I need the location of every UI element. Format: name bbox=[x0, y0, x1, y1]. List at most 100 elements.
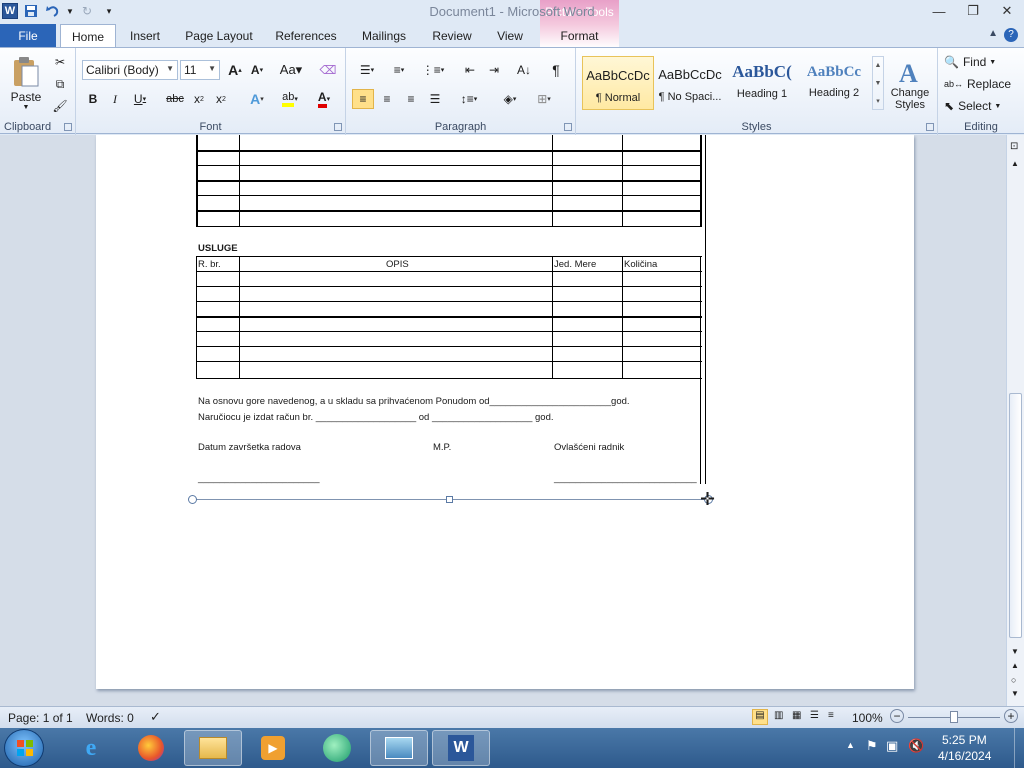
previous-page-icon[interactable]: ▲ bbox=[1011, 661, 1019, 670]
style-heading-1[interactable]: AaBbC( Heading 1 bbox=[726, 56, 798, 110]
sort-icon[interactable]: A↓ bbox=[514, 61, 534, 79]
styles-launcher[interactable] bbox=[926, 123, 934, 131]
styles-scroll[interactable]: ▲ ▼ ▾ bbox=[872, 56, 884, 110]
scroll-down-icon[interactable]: ▼ bbox=[1011, 647, 1019, 656]
document-page[interactable]: USLUGE R. br. OPIS Jed. Mere Količina Na… bbox=[96, 135, 914, 689]
zoom-level[interactable]: 100% bbox=[852, 711, 883, 725]
scroll-thumb[interactable] bbox=[1009, 393, 1022, 638]
bullets-icon[interactable]: ☰ ▾ bbox=[354, 61, 380, 79]
help-icon[interactable]: ? bbox=[1004, 28, 1018, 42]
taskbar-picture-viewer[interactable] bbox=[370, 730, 428, 766]
align-left-button[interactable]: ≡ bbox=[352, 89, 374, 109]
format-painter-icon[interactable]: 🖌 bbox=[52, 98, 68, 114]
taskbar-app-circle[interactable] bbox=[308, 730, 366, 766]
tab-insert[interactable]: Insert bbox=[120, 24, 170, 48]
text-effects-icon[interactable]: A ▾ bbox=[244, 90, 270, 108]
zoom-in-icon[interactable]: + bbox=[1004, 709, 1018, 723]
replace-label: Replace bbox=[967, 77, 1012, 91]
decrease-indent-icon[interactable]: ⇤ bbox=[460, 61, 480, 79]
resize-handle-left[interactable] bbox=[188, 495, 197, 504]
copy-icon[interactable]: ⧉ bbox=[52, 76, 68, 92]
taskbar-firefox[interactable] bbox=[122, 730, 180, 766]
show-formatting-icon[interactable]: ¶ bbox=[546, 61, 566, 79]
select-button[interactable]: ⬉ Select ▼ bbox=[944, 97, 1018, 115]
network-icon[interactable]: ▣ bbox=[886, 738, 898, 754]
increase-indent-icon[interactable]: ⇥ bbox=[484, 61, 504, 79]
tab-home[interactable]: Home bbox=[60, 24, 116, 48]
clock-time[interactable]: 5:25 PM bbox=[942, 733, 987, 747]
browse-object-icon[interactable]: ○ bbox=[1011, 675, 1016, 685]
zoom-out-icon[interactable]: − bbox=[890, 709, 904, 723]
justify-button[interactable]: ☰ bbox=[424, 89, 446, 109]
action-center-flag-icon[interactable]: ⚑ bbox=[866, 738, 878, 754]
font-color-icon[interactable]: A ▾ bbox=[310, 90, 338, 108]
tab-page-layout[interactable]: Page Layout bbox=[180, 24, 258, 48]
font-launcher[interactable] bbox=[334, 123, 342, 131]
zoom-slider-thumb[interactable] bbox=[950, 711, 958, 723]
volume-muted-icon[interactable]: 🔇 bbox=[908, 738, 924, 754]
style-heading-2[interactable]: AaBbCc Heading 2 bbox=[798, 56, 870, 110]
clock-date[interactable]: 4/16/2024 bbox=[938, 749, 991, 763]
numbering-icon[interactable]: ≡ ▾ bbox=[386, 61, 412, 79]
line-spacing-icon[interactable]: ↕≡ ▾ bbox=[456, 89, 482, 109]
maximize-button[interactable]: ❐ bbox=[956, 0, 990, 22]
style-no-spacing[interactable]: AaBbCcDc ¶ No Spaci... bbox=[654, 56, 726, 110]
superscript-button[interactable]: x2 bbox=[212, 90, 230, 108]
show-hidden-icons-icon[interactable]: ▲ bbox=[846, 740, 855, 750]
find-button[interactable]: 🔍 Find ▼ bbox=[944, 53, 1014, 71]
tab-file[interactable]: File bbox=[0, 24, 56, 48]
font-name-combo[interactable]: Calibri (Body) ▼ bbox=[82, 60, 178, 80]
scroll-up-icon[interactable]: ▲ bbox=[1011, 159, 1019, 168]
shrink-font-icon[interactable]: A ▾ bbox=[248, 61, 266, 79]
highlight-color-icon[interactable]: ab ▾ bbox=[276, 90, 304, 108]
italic-button[interactable]: I bbox=[106, 90, 124, 108]
paragraph-launcher[interactable] bbox=[564, 123, 572, 131]
proofing-icon[interactable]: ✓ bbox=[150, 709, 161, 725]
show-desktop-button[interactable] bbox=[1014, 728, 1024, 768]
minimize-ribbon-icon[interactable]: ▲ bbox=[988, 28, 998, 42]
close-button[interactable]: ✕ bbox=[990, 0, 1024, 22]
print-layout-icon[interactable]: ▤ bbox=[752, 709, 768, 725]
subscript-button[interactable]: x2 bbox=[190, 90, 208, 108]
tab-view[interactable]: View bbox=[490, 24, 530, 48]
taskbar-file-explorer[interactable] bbox=[184, 730, 242, 766]
taskbar-internet-explorer[interactable]: e bbox=[62, 730, 120, 766]
taskbar-media-player[interactable]: ▶ bbox=[244, 730, 302, 766]
ruler-toggle-icon[interactable]: ⊡ bbox=[1010, 141, 1018, 152]
tab-mailings[interactable]: Mailings bbox=[354, 24, 414, 48]
multilevel-list-icon[interactable]: ⋮≡ ▾ bbox=[420, 61, 446, 79]
vertical-scrollbar[interactable]: ⊡ ▲ ▼ ▲ ○ ▼ bbox=[1006, 135, 1024, 706]
grow-font-icon[interactable]: A ▴ bbox=[226, 61, 244, 79]
minimize-button[interactable]: — bbox=[922, 0, 956, 22]
change-case-icon[interactable]: Aa▾ bbox=[278, 61, 304, 79]
align-right-button[interactable]: ≡ bbox=[400, 89, 422, 109]
tab-references[interactable]: References bbox=[270, 24, 342, 48]
cut-icon[interactable]: ✂ bbox=[52, 54, 68, 70]
word-count[interactable]: Words: 0 bbox=[86, 711, 134, 725]
style-normal[interactable]: AaBbCcDc ¶ Normal bbox=[582, 56, 654, 110]
tab-format[interactable]: Format bbox=[540, 24, 619, 48]
taskbar-word[interactable]: W bbox=[432, 730, 490, 766]
resize-handle-middle[interactable] bbox=[446, 496, 453, 503]
start-button[interactable] bbox=[4, 729, 44, 767]
full-screen-reading-icon[interactable]: ▥ bbox=[774, 710, 783, 721]
tab-review[interactable]: Review bbox=[426, 24, 478, 48]
strikethrough-button[interactable]: abc bbox=[164, 90, 186, 108]
underline-button[interactable]: U ▾ bbox=[128, 90, 152, 108]
next-page-icon[interactable]: ▼ bbox=[1011, 689, 1019, 698]
bold-button[interactable]: B bbox=[84, 90, 102, 108]
replace-button[interactable]: ab↔ Replace bbox=[944, 75, 1018, 93]
outline-icon[interactable]: ☰ bbox=[810, 710, 819, 721]
paste-button[interactable]: Paste ▼ bbox=[4, 52, 48, 114]
font-size-combo[interactable]: 11 ▼ bbox=[180, 60, 220, 80]
align-center-button[interactable]: ≡ bbox=[376, 89, 398, 109]
borders-icon[interactable]: ⊞ ▾ bbox=[530, 89, 558, 109]
change-styles-button[interactable]: A Change Styles bbox=[886, 52, 934, 116]
clear-formatting-icon[interactable]: ⌫ bbox=[318, 61, 338, 79]
draft-icon[interactable]: ≡ bbox=[828, 710, 834, 721]
shading-icon[interactable]: ◈ ▾ bbox=[496, 89, 524, 109]
clipboard-launcher[interactable] bbox=[64, 123, 72, 131]
web-layout-icon[interactable]: ▦ bbox=[792, 710, 801, 721]
document-area[interactable]: USLUGE R. br. OPIS Jed. Mere Količina Na… bbox=[0, 135, 1006, 706]
page-count[interactable]: Page: 1 of 1 bbox=[8, 711, 73, 725]
